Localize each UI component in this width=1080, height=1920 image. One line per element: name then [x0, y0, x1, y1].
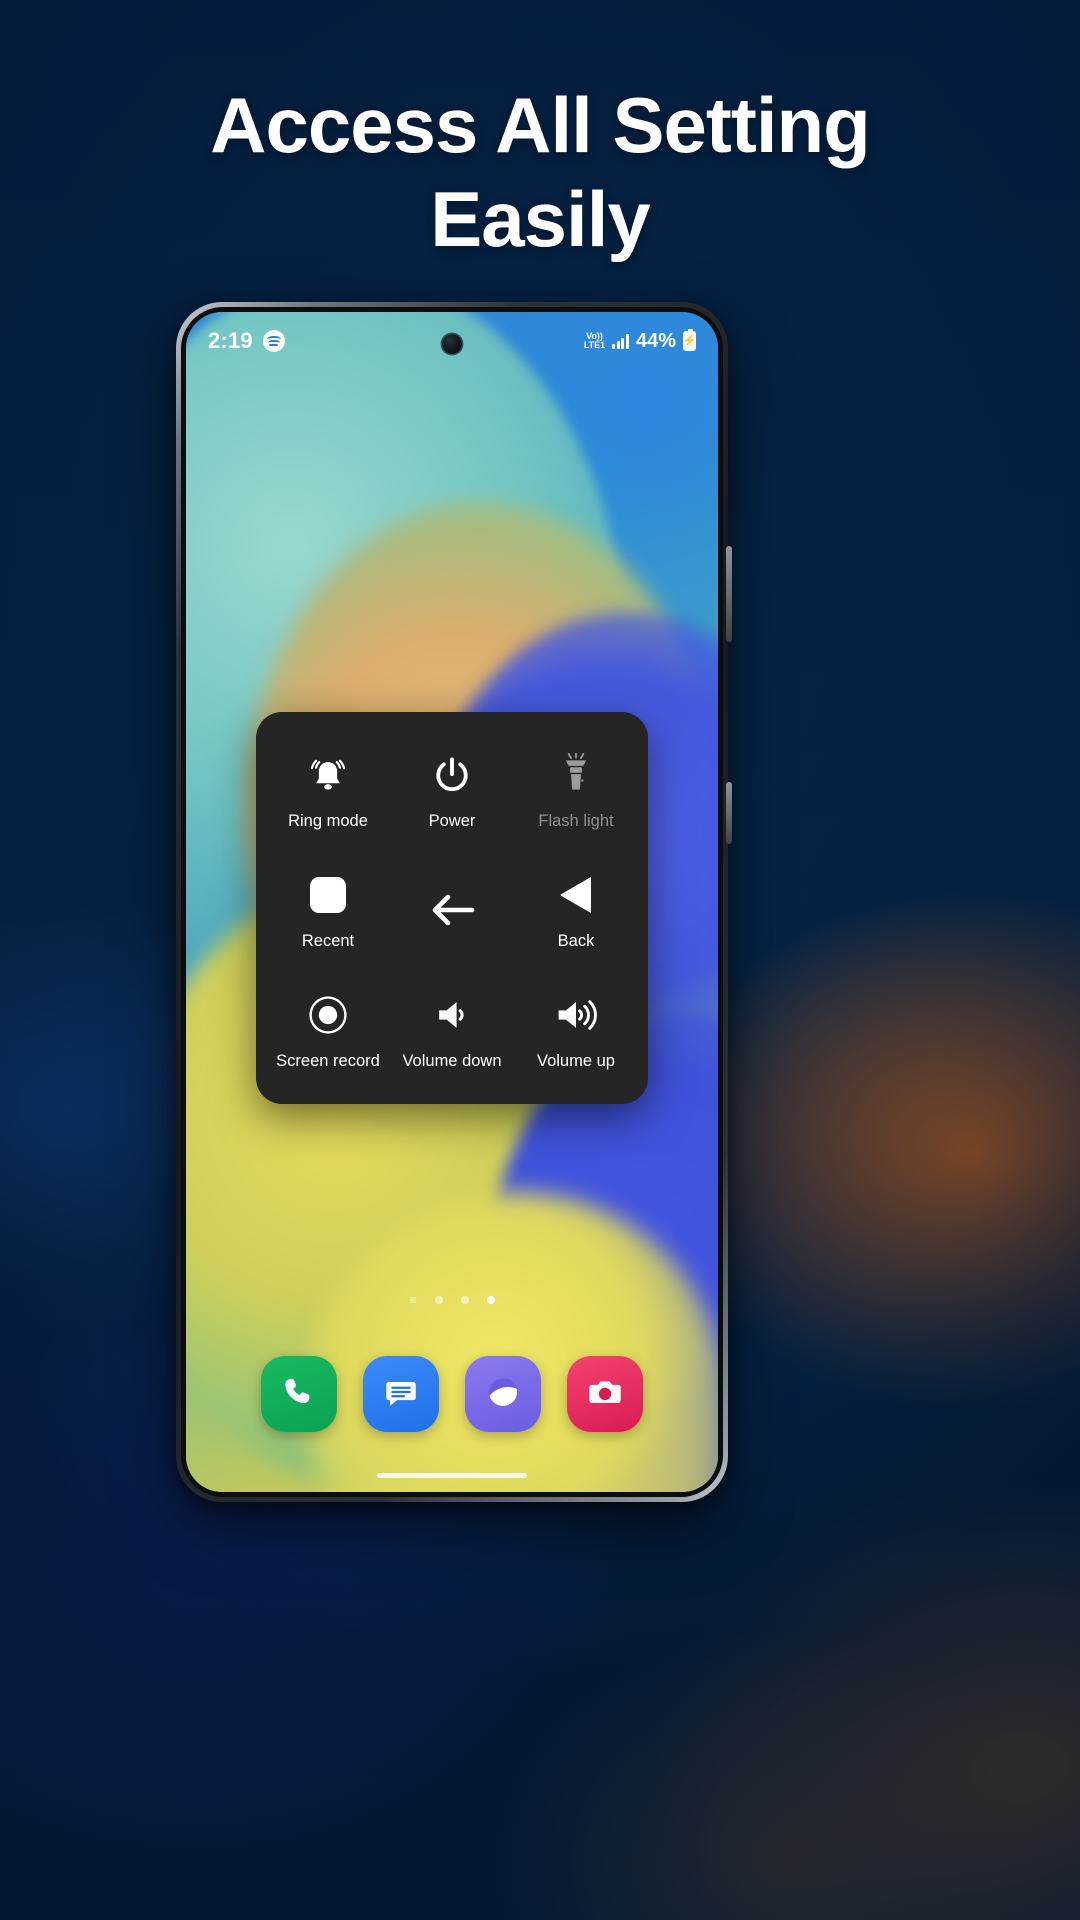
status-bar-left: 2:19: [208, 328, 285, 354]
gesture-nav-bar[interactable]: [377, 1473, 527, 1478]
phone-icon: [280, 1373, 318, 1416]
control-item-power[interactable]: Power: [390, 730, 514, 850]
phone-mockup: 2:19 Vo)) LTE1 44% ⚡ Ring mode Power Fla…: [176, 302, 732, 1502]
control-label: Screen record: [276, 1052, 380, 1070]
status-time: 2:19: [208, 328, 253, 353]
dock-item-camera[interactable]: [567, 1356, 643, 1432]
signal-bars-icon: [612, 333, 629, 349]
control-item-volume-up[interactable]: Volume up: [514, 970, 638, 1090]
volte-line-2: LTE1: [583, 340, 606, 350]
control-item-volume-down[interactable]: Volume down: [390, 970, 514, 1090]
page-dot[interactable]: [460, 1296, 469, 1304]
dock-item-browser[interactable]: [465, 1356, 541, 1432]
volume-down-icon: [430, 990, 474, 1040]
page-title-line-2: Easily: [430, 175, 651, 263]
page-dot-active[interactable]: [486, 1296, 495, 1304]
control-item-recent[interactable]: Recent: [266, 850, 390, 970]
bell-ring-icon: [306, 750, 350, 800]
volte-indicator: Vo)) LTE1: [584, 332, 605, 350]
control-label: Flash light: [538, 812, 614, 830]
recent-square-icon: [307, 870, 349, 920]
message-icon: [382, 1373, 420, 1416]
spotify-icon: [262, 330, 285, 352]
control-panel: Ring mode Power Flash light Recent Back …: [256, 712, 648, 1104]
page-title: Access All Setting Easily: [0, 78, 1080, 266]
battery-percent: 44%: [635, 329, 676, 352]
control-item-arrow-left[interactable]: [390, 850, 514, 970]
dock: [186, 1356, 718, 1432]
control-label: Volume up: [537, 1052, 615, 1070]
control-label: Ring mode: [288, 812, 368, 830]
volume-side-button[interactable]: [726, 546, 732, 642]
control-label: Recent: [301, 932, 355, 950]
flashlight-icon: [556, 750, 596, 800]
dock-item-messages[interactable]: [363, 1356, 439, 1432]
back-triangle-icon: [555, 870, 597, 920]
control-item-flash-light[interactable]: Flash light: [514, 730, 638, 850]
arrow-left-icon: [428, 885, 476, 935]
dock-item-phone[interactable]: [261, 1356, 337, 1432]
control-item-back[interactable]: Back: [514, 850, 638, 970]
battery-charging-icon: ⚡: [683, 329, 696, 351]
control-item-ring-mode[interactable]: Ring mode: [266, 730, 390, 850]
app-list-glyph-icon[interactable]: ≡: [409, 1294, 416, 1306]
control-label: Volume down: [402, 1052, 502, 1070]
page-title-line-1: Access All Setting: [210, 81, 871, 169]
volume-up-icon: [553, 990, 599, 1040]
power-icon: [430, 750, 474, 800]
control-label: Back: [557, 932, 595, 950]
control-label: Power: [428, 812, 476, 830]
record-circle-icon: [306, 990, 350, 1040]
control-item-screen-record[interactable]: Screen record: [266, 970, 390, 1090]
status-bar-right: Vo)) LTE1 44% ⚡: [584, 329, 696, 353]
phone-screen: 2:19 Vo)) LTE1 44% ⚡ Ring mode Power Fla…: [186, 312, 718, 1492]
front-camera-icon: [442, 334, 462, 354]
page-indicator: ≡: [186, 1294, 718, 1306]
home-dot-icon[interactable]: [434, 1296, 443, 1304]
power-side-button[interactable]: [726, 782, 732, 844]
camera-icon: [586, 1373, 624, 1416]
browser-icon: [483, 1372, 523, 1417]
